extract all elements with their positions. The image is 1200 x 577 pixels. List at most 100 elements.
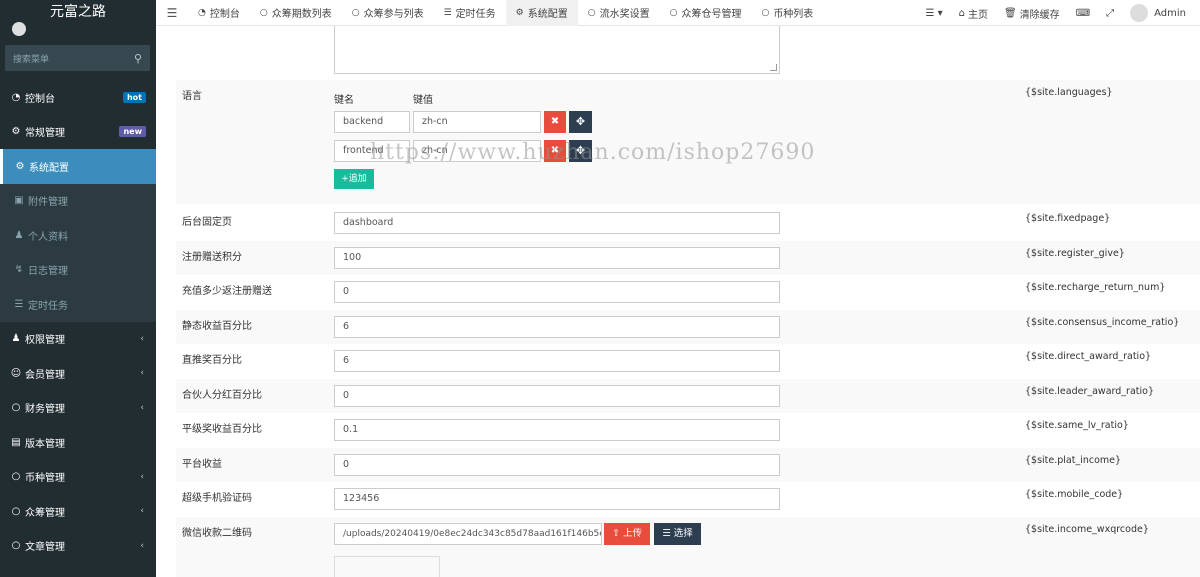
sidebar-item-crontab[interactable]: ☰ 定时任务 <box>0 287 156 322</box>
upload-button[interactable]: ⇧ 上传 <box>604 523 650 545</box>
translate-button[interactable]: ⌨ <box>1068 8 1098 19</box>
sidebar-item-attachments[interactable]: ▣ 附件管理 <box>0 183 156 218</box>
field-label: 平级奖收益百分比 <box>182 424 262 435</box>
register-give-input[interactable]: 100 <box>334 247 780 269</box>
drag-handle-button[interactable]: ✥ <box>569 111 592 133</box>
circle-icon: ○ <box>669 7 678 18</box>
sidebar-item-finance[interactable]: ○ 财务管理 ‹ <box>0 391 156 426</box>
dashboard-icon: ◔ <box>11 91 21 103</box>
tab-crowdfunding-participants[interactable]: ○ 众筹参与列表 <box>342 0 434 26</box>
language-icon: ⌨ <box>1075 7 1091 19</box>
tab-flow-award[interactable]: ○ 流水奖设置 <box>578 0 660 26</box>
column-header-value: 键值 <box>413 95 433 106</box>
home-label: 主页 <box>967 9 988 21</box>
tab-label: 定时任务 <box>455 9 496 20</box>
fixedpage-input[interactable]: dashboard <box>334 212 780 234</box>
field-label: 超级手机验证码 <box>182 493 252 504</box>
direct-award-input[interactable]: 6 <box>334 350 780 372</box>
config-row-leader-award: 合伙人分红百分比 0 {$site.leader_award_ratio} <box>176 379 1200 413</box>
sidebar-item-dashboard[interactable]: ◔ 控制台 hot <box>0 80 156 115</box>
config-variable: {$site.languages} <box>1025 87 1113 98</box>
sidebar-item-label: 币种管理 <box>25 473 65 485</box>
tab-crontab[interactable]: ☰ 定时任务 <box>434 0 506 26</box>
circle-icon: ○ <box>11 540 21 552</box>
chevron-left-icon: ‹ <box>140 333 144 344</box>
config-row-consensus-income: 静态收益百分比 6 {$site.consensus_income_ratio} <box>176 310 1200 344</box>
app-title: 元富之路 <box>50 4 106 20</box>
sidebar-item-profile[interactable]: ♟ 个人资料 <box>0 218 156 253</box>
sidebar-item-system-config[interactable]: ⚙ 系统配置 <box>0 149 156 184</box>
cogs-icon: ⚙ <box>11 126 21 138</box>
sidebar-item-label: 控制台 <box>25 93 55 105</box>
circle-icon: ○ <box>11 402 21 414</box>
plat-income-input[interactable]: 0 <box>334 454 780 476</box>
list-icon: ☰ ▾ <box>925 7 943 19</box>
clear-cache-label: 清除缓存 <box>1019 9 1060 21</box>
tabs-menu-button[interactable]: ☰ ▾ <box>917 8 950 19</box>
file-icon: ▤ <box>11 436 21 448</box>
gear-icon: ⚙ <box>515 7 524 18</box>
new-badge: new <box>119 126 146 138</box>
select-button[interactable]: ☰ 选择 <box>654 523 701 545</box>
recharge-return-input[interactable]: 0 <box>334 281 780 303</box>
sidebar-item-version[interactable]: ▤ 版本管理 <box>0 425 156 460</box>
home-button[interactable]: ⌂ 主页 <box>951 6 996 21</box>
language-key-input[interactable]: backend <box>334 111 410 133</box>
avatar <box>1130 4 1149 22</box>
select-label: 选择 <box>673 528 693 539</box>
append-row-button[interactable]: +追加 <box>334 169 374 189</box>
leader-award-input[interactable]: 0 <box>334 385 780 407</box>
sidebar-item-currency[interactable]: ○ 币种管理 ‹ <box>0 460 156 495</box>
sidebar-item-logs[interactable]: ↯ 日志管理 <box>0 252 156 287</box>
tab-currency-list[interactable]: ○ 币种列表 <box>751 0 823 26</box>
tab-crowdfunding-periods[interactable]: ○ 众筹期数列表 <box>250 0 342 26</box>
clear-cache-button[interactable]: 🗑 清除缓存 <box>996 6 1068 21</box>
sidebar-item-articles[interactable]: ○ 文章管理 ‹ <box>0 529 156 564</box>
field-label: 充值多少返注册赠送 <box>182 286 272 297</box>
logo-avatar <box>12 22 26 36</box>
dashboard-icon: ◔ <box>198 7 206 18</box>
menu-search-input[interactable]: 搜索菜单 ⚲ <box>5 45 150 71</box>
tab-label: 众筹参与列表 <box>363 9 424 20</box>
app-logo[interactable]: 元富之路 <box>0 0 156 36</box>
tasks-icon: ☰ <box>443 7 452 18</box>
user-menu[interactable]: Admin <box>1122 4 1200 22</box>
circle-icon: ○ <box>11 505 21 517</box>
config-row-direct-award: 直推奖百分比 6 {$site.direct_award_ratio} <box>176 344 1200 379</box>
config-row-register-give: 注册赠送积分 100 {$site.register_give} <box>176 241 1200 275</box>
sidebar-item-label: 附件管理 <box>28 197 68 209</box>
log-icon: ↯ <box>14 264 24 276</box>
consensus-income-input[interactable]: 6 <box>334 316 780 338</box>
sidebar-item-label: 系统配置 <box>29 162 69 174</box>
field-label: 后台固定页 <box>182 217 232 228</box>
language-value-input[interactable]: zh-cn <box>413 111 541 133</box>
tab-label: 众筹期数列表 <box>271 9 332 20</box>
same-lv-input[interactable]: 0.1 <box>334 419 780 441</box>
sidebar-item-members[interactable]: ☺ 会员管理 ‹ <box>0 356 156 391</box>
upload-label: 上传 <box>622 528 642 539</box>
mobile-code-input[interactable]: 123456 <box>334 488 780 510</box>
chevron-left-icon: ‹ <box>140 402 144 413</box>
remove-row-button[interactable]: ✖ <box>544 111 566 133</box>
field-label: 直推奖百分比 <box>182 355 242 366</box>
tab-crowdfunding-slots[interactable]: ○ 众筹仓号管理 <box>660 0 752 26</box>
user-icon: ♟ <box>14 229 24 241</box>
sidebar-item-crowdfunding[interactable]: ○ 众筹管理 ‹ <box>0 494 156 529</box>
sidebar-item-label: 日志管理 <box>28 266 68 278</box>
tab-system-config[interactable]: ⚙ 系统配置 <box>505 0 578 26</box>
wxqrcode-path-input[interactable]: /uploads/20240419/0e8ec24dc343c85d78aad1… <box>334 523 602 545</box>
tab-dashboard[interactable]: ◔ 控制台 <box>188 0 250 26</box>
group-icon: ♟ <box>11 333 21 345</box>
sidebar-item-auth[interactable]: ♟ 权限管理 ‹ <box>0 322 156 357</box>
sidebar-item-label: 财务管理 <box>25 404 65 416</box>
tab-label: 流水奖设置 <box>599 9 650 20</box>
fullscreen-button[interactable]: ⤢ <box>1098 8 1122 19</box>
sidebar-toggle-icon[interactable]: ☰ <box>156 6 188 20</box>
sidebar-item-general[interactable]: ⚙ 常规管理 new <box>0 115 156 150</box>
main-content: 语言 键名 键值 backend zh-cn ✖ ✥ frontend zh-c… <box>156 26 1200 577</box>
watermark-text: https://www.huzhan.com/ishop27690 <box>370 140 816 165</box>
previous-textarea[interactable] <box>334 26 780 74</box>
user-circle-icon: ☺ <box>10 367 22 379</box>
chevron-left-icon: ‹ <box>140 506 144 517</box>
search-icon[interactable]: ⚲ <box>134 52 142 65</box>
